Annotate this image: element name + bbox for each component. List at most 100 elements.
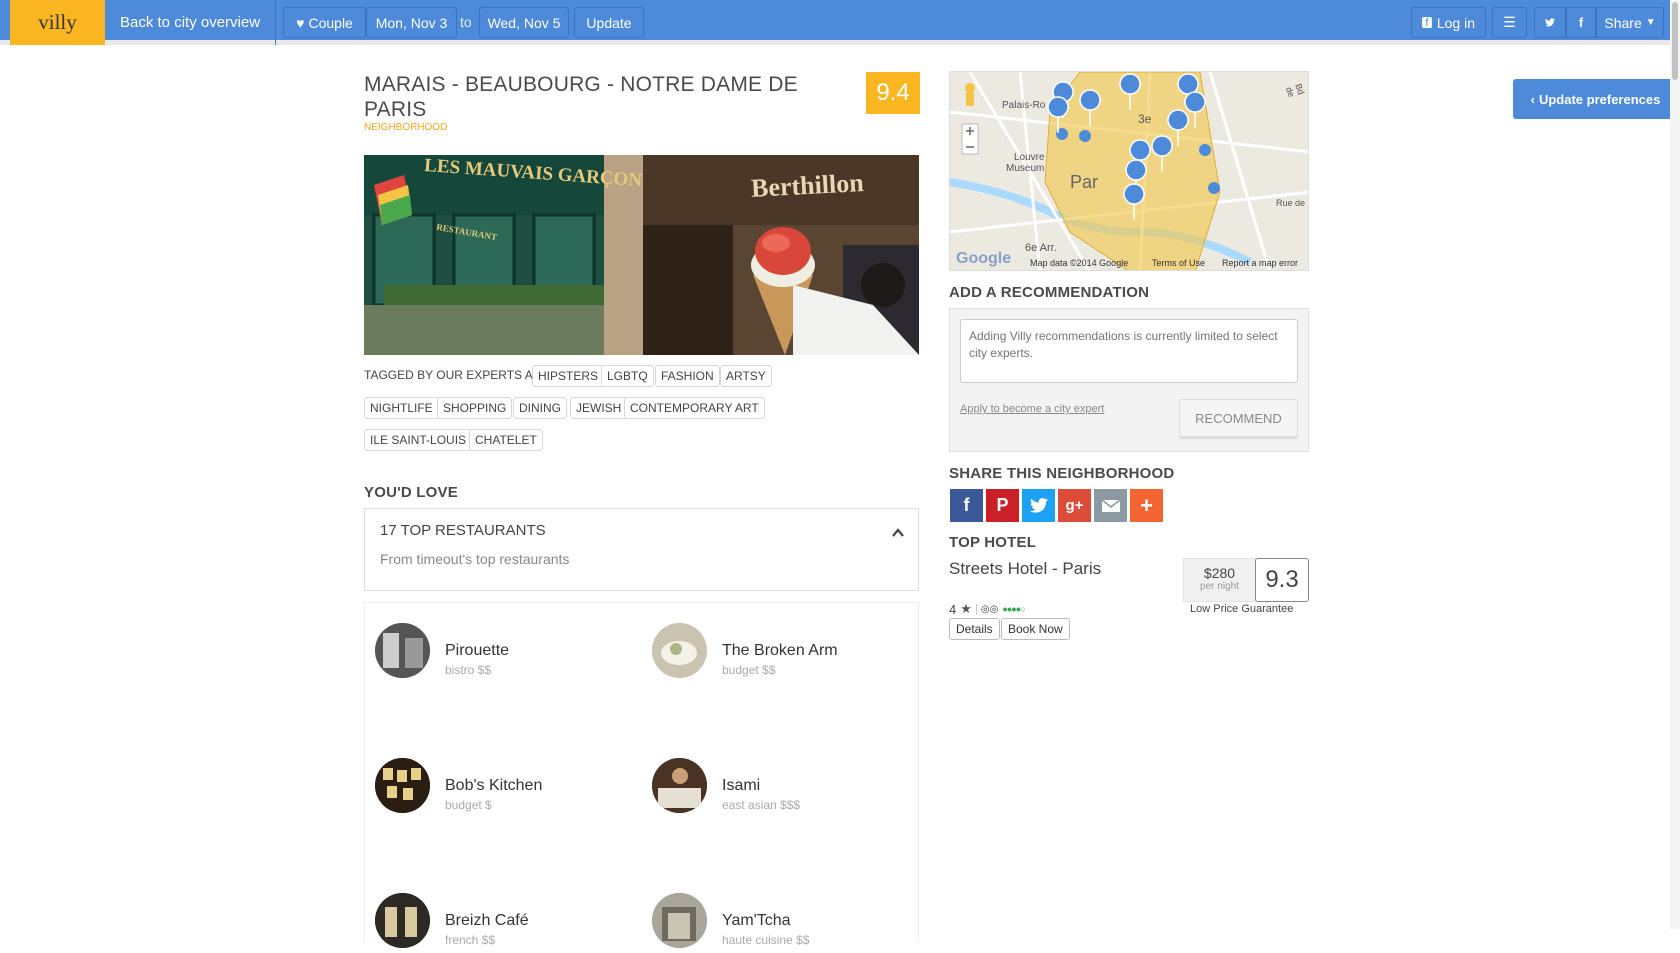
tag-artsy[interactable]: ARTSY — [720, 365, 772, 387]
isami-thumbnail — [652, 758, 707, 813]
login-label: Log in — [1436, 14, 1475, 31]
update-button[interactable]: Update — [574, 7, 644, 38]
more-icon[interactable]: + — [1130, 489, 1163, 522]
map-label-rue-de: Rue de — [1276, 198, 1306, 208]
restaurant-avatar — [652, 893, 707, 948]
tags-intro-label: TAGGED BY OUR EXPERTS AS: — [364, 368, 545, 382]
villy-logo[interactable]: villy — [10, 0, 105, 45]
hotel-price-box: $280 per night — [1183, 558, 1256, 602]
tag-shopping[interactable]: SHOPPING — [437, 397, 513, 419]
map-label-6e: 6e Arr. — [1025, 242, 1057, 254]
tag-hipsters[interactable]: HIPSTERS — [532, 365, 605, 387]
pirouette-thumbnail — [375, 623, 430, 678]
share-dropdown-button[interactable]: Share ▼ — [1596, 7, 1664, 38]
restaurant-avatar — [375, 758, 430, 813]
restaurant-avatar — [652, 623, 707, 678]
map-label-louvre: Louvre — [1014, 152, 1045, 163]
breizh-cafe-thumbnail — [375, 893, 430, 948]
restaurant-item-the-broken-arm[interactable]: The Broken Arm budget $$ — [652, 623, 912, 683]
facebook-share-button[interactable]: f — [1566, 7, 1596, 38]
restaurant-item-breizh-cafe[interactable]: Breizh Café french $$ — [375, 893, 635, 953]
tag-fashion[interactable]: FASHION — [655, 365, 720, 387]
scrollbar-thumb[interactable] — [1672, 2, 1678, 80]
hotel-star-count: 4 — [949, 601, 957, 617]
tag-ile-saint-louis[interactable]: ILE SAINT-LOUIS — [364, 429, 473, 451]
neighborhood-title: MARAIS - BEAUBOURG - NOTRE DAME DE PARIS — [364, 73, 798, 121]
restaurant-item-bobs-kitchen[interactable]: Bob's Kitchen budget $ — [375, 758, 635, 818]
twitter-share-button[interactable] — [1534, 7, 1566, 38]
hotel-price-unit: per night — [1200, 581, 1239, 592]
tripadvisor-owl-icon: ◎◎ — [975, 603, 998, 615]
email-icon[interactable] — [1094, 489, 1127, 522]
recommendation-textarea[interactable] — [960, 319, 1298, 383]
share-neighborhood-heading: SHARE THIS NEIGHBORHOOD — [949, 465, 1175, 482]
restaurant-name[interactable]: Breizh Café — [445, 912, 529, 930]
back-to-city-link[interactable]: Back to city overview — [105, 0, 277, 45]
share-label: Share — [1604, 14, 1642, 31]
google-plus-icon[interactable]: g+ — [1058, 489, 1091, 522]
restaurant-name[interactable]: The Broken Arm — [722, 642, 838, 660]
apply-city-expert-link[interactable]: Apply to become a city expert — [960, 403, 1104, 415]
tag-lgbtq[interactable]: LGBTQ — [601, 365, 654, 387]
tag-chatelet[interactable]: CHATELET — [469, 429, 543, 451]
date-to-button[interactable]: Wed, Nov 5 — [479, 7, 569, 38]
facebook-f-icon: f — [1578, 15, 1584, 30]
tag-jewish[interactable]: JEWISH — [570, 397, 628, 419]
hotel-score-badge: 9.3 — [1255, 558, 1309, 602]
neighborhood-type-label: NEIGHBORHOOD — [364, 122, 448, 133]
update-preferences-button[interactable]: ‹ Update preferences — [1513, 79, 1678, 119]
hotel-name-link[interactable]: Streets Hotel - Paris — [949, 559, 1109, 579]
tag-contemporary-art[interactable]: CONTEMPORARY ART — [624, 397, 765, 419]
heart-icon: ♥ — [296, 14, 305, 31]
date-to-separator: to — [460, 14, 472, 30]
map-label-palais: Palais-Ro — [1002, 100, 1046, 111]
top-navbar: villy Back to city overview ♥ Couple Mon… — [0, 0, 1680, 45]
couple-label: Couple — [308, 14, 353, 31]
restaurant-meta: east asian $$$ — [722, 798, 801, 812]
google-logo: Google — [956, 250, 1012, 267]
restaurant-meta: french $$ — [445, 933, 496, 947]
chevron-up-icon[interactable] — [892, 527, 904, 539]
restaurant-name[interactable]: Isami — [722, 777, 760, 795]
top-restaurants-subtitle: From timeout's top restaurants — [380, 551, 570, 567]
star-icon: ★ — [960, 601, 972, 616]
berthillon-sign: Berthillon — [750, 168, 865, 203]
top-restaurants-panel-header[interactable]: 17 TOP RESTAURANTS From timeout's top re… — [364, 508, 919, 591]
neighborhood-map[interactable]: Palais-Ro Louvre Museum 3e Par 6e Arr. R… — [949, 71, 1309, 271]
hotel-rating: 4 ★ ◎◎ ●●●●○ — [949, 601, 1026, 617]
hotel-book-now-button[interactable]: Book Now — [1001, 618, 1070, 640]
couple-button[interactable]: ♥ Couple — [283, 7, 366, 38]
map-label-paris: Par — [1070, 172, 1099, 192]
neighborhood-photo-restaurant: LES MAUVAIS GARÇONS RESTAURANT — [364, 155, 643, 355]
twitter-icon[interactable] — [1022, 489, 1055, 522]
update-preferences-label: Update preferences — [1538, 91, 1661, 107]
restaurant-meta: budget $$ — [722, 663, 776, 677]
top-restaurants-title: 17 TOP RESTAURANTS — [380, 522, 546, 539]
restaurant-item-isami[interactable]: Isami east asian $$$ — [652, 758, 912, 818]
restaurant-name[interactable]: Yam'Tcha — [722, 912, 791, 930]
restaurant-name[interactable]: Pirouette — [445, 642, 509, 660]
restaurant-name[interactable]: Bob's Kitchen — [445, 777, 542, 795]
restaurant-item-pirouette[interactable]: Pirouette bistro $$ — [375, 623, 635, 683]
hotel-details-button[interactable]: Details — [949, 618, 1000, 640]
pinterest-icon[interactable]: P — [986, 489, 1019, 522]
recommend-button[interactable]: RECOMMEND — [1179, 399, 1298, 437]
page-scrollbar[interactable] — [1670, 0, 1680, 929]
restaurant-avatar — [375, 893, 430, 948]
facebook-icon[interactable]: f — [950, 489, 983, 522]
date-from-button[interactable]: Mon, Nov 3 — [366, 7, 457, 38]
top-hotel-heading: TOP HOTEL — [949, 534, 1037, 551]
map-label-3e: 3e — [1138, 112, 1152, 126]
login-button[interactable]: f Log in — [1411, 7, 1486, 38]
yamtcha-thumbnail — [652, 893, 707, 948]
neighborhood-photo-icecream: Berthillon — [643, 155, 919, 355]
neighborhood-score-badge: 9.4 — [866, 72, 920, 114]
tag-nightlife[interactable]: NIGHTLIFE — [364, 397, 439, 419]
restaurant-meta: bistro $$ — [445, 663, 492, 677]
map-terms-link[interactable]: Terms of Use — [1152, 258, 1205, 268]
low-price-guarantee-label: Low Price Guarantee — [1190, 603, 1294, 615]
menu-button[interactable]: ☰ — [1492, 7, 1527, 38]
restaurant-item-yamtcha[interactable]: Yam'Tcha haute cuisine $$ — [652, 893, 912, 953]
map-report-link[interactable]: Report a map error — [1222, 258, 1298, 268]
tag-dining[interactable]: DINING — [513, 397, 567, 419]
